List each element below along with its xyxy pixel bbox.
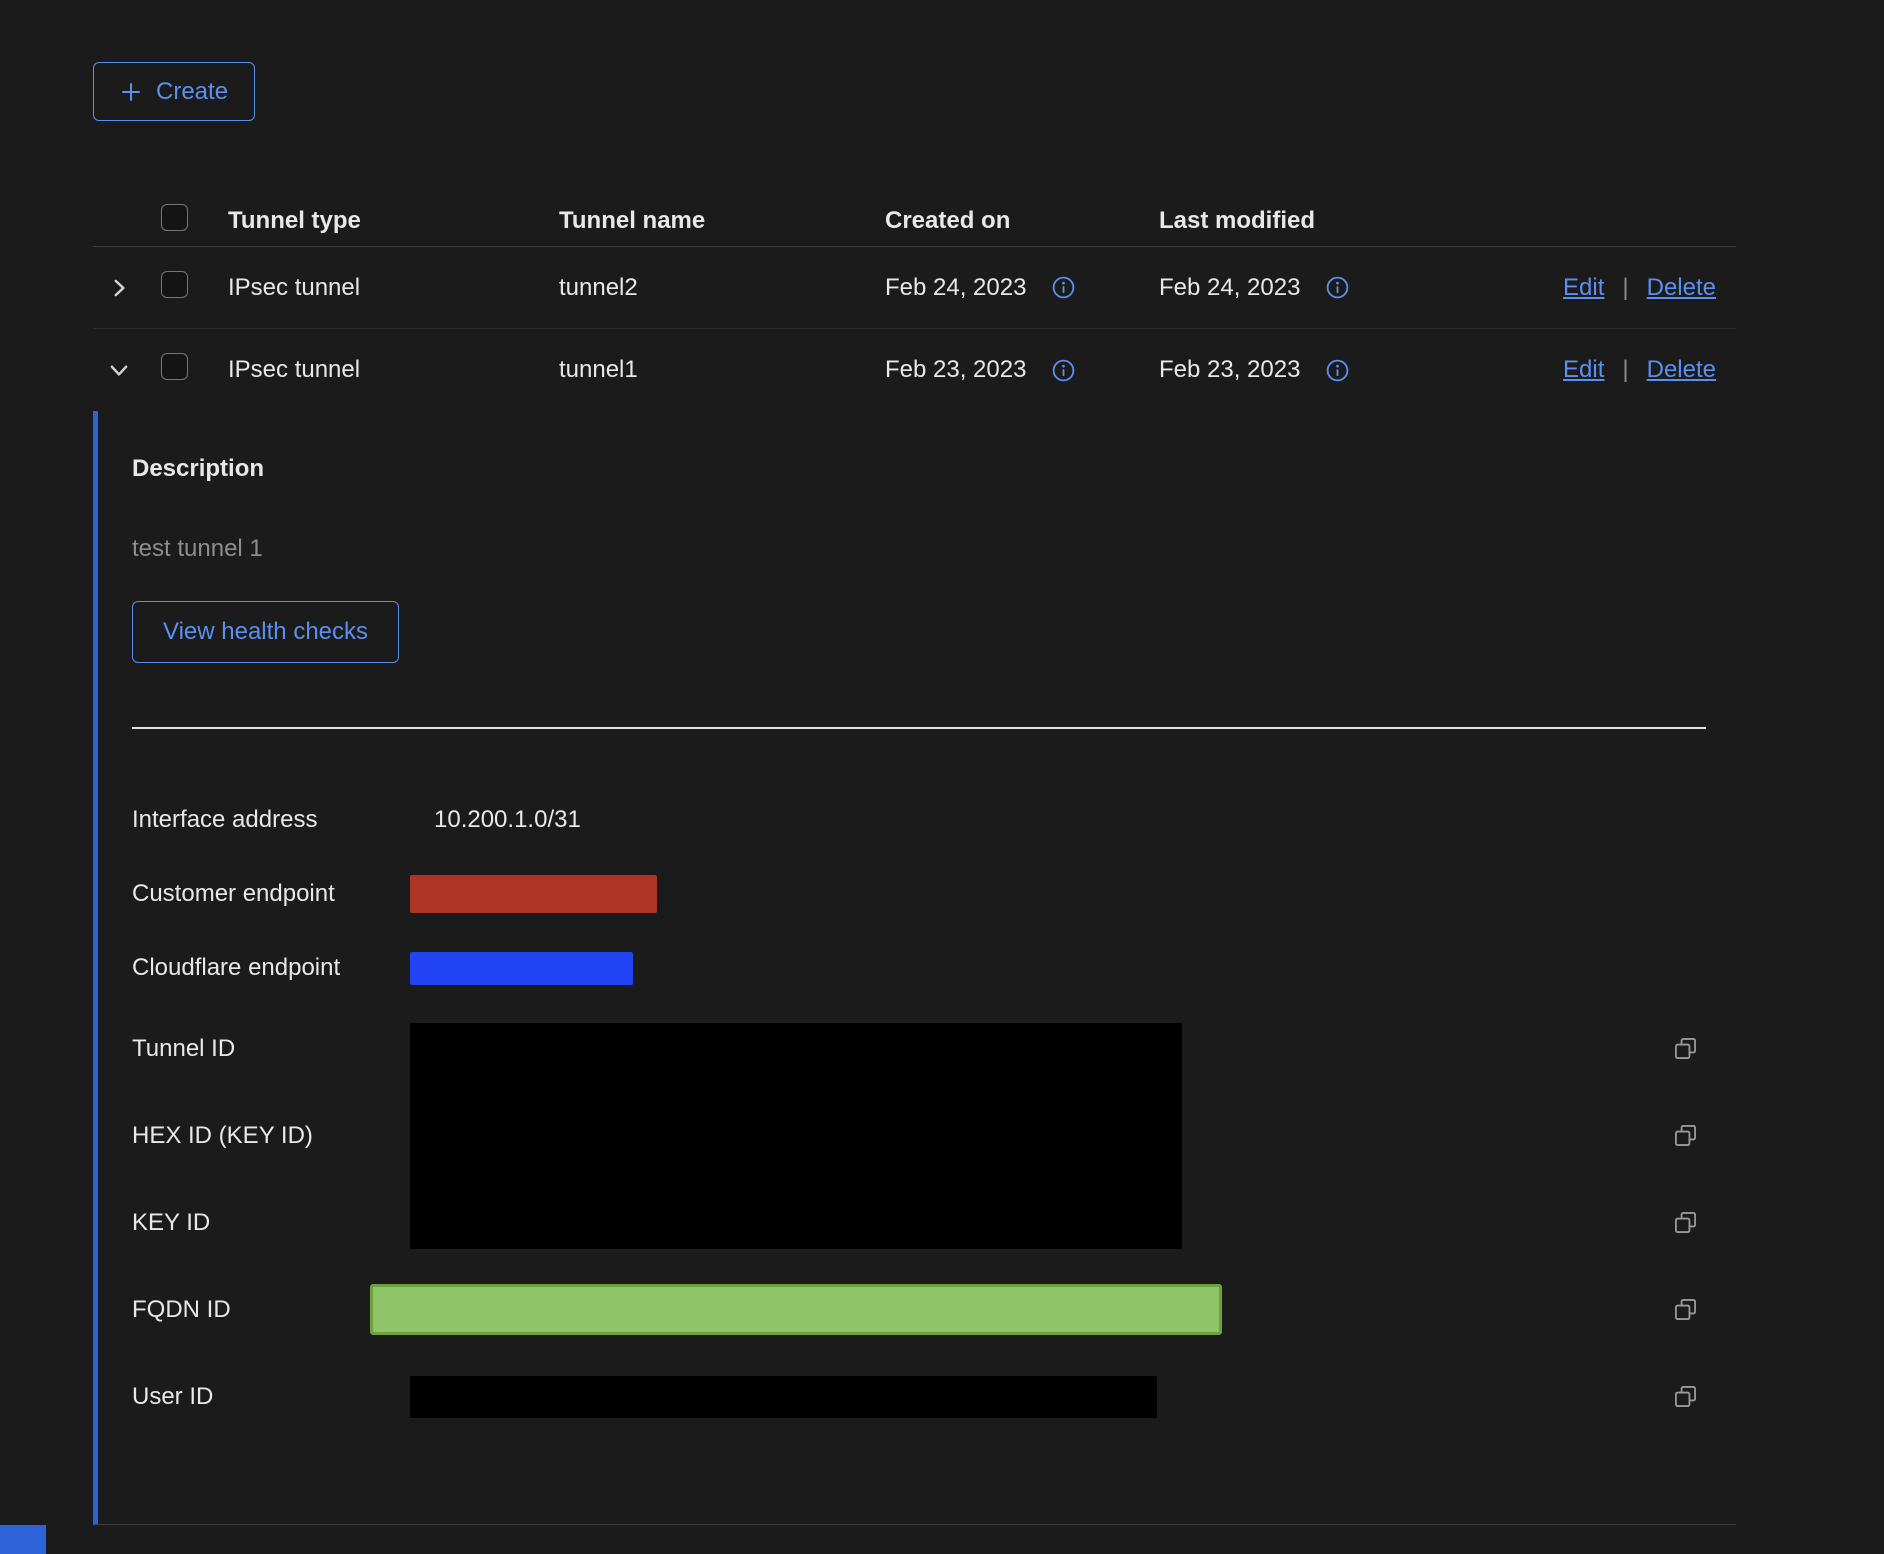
ipsec-tunnels-page: Create Tunnel type Tunnel name Created o… xyxy=(0,0,1884,1554)
last-modified-value: Feb 23, 2023 xyxy=(1159,356,1300,384)
tunnel-ids-redaction xyxy=(410,1023,1182,1249)
tunnel-name-value: tunnel2 xyxy=(559,274,885,302)
tunnel-name-value: tunnel1 xyxy=(559,356,885,384)
fqdn-id-row: FQDN ID xyxy=(132,1266,1736,1353)
created-on-value: Feb 24, 2023 xyxy=(885,274,1026,302)
interface-address-row: Interface address 10.200.1.0/31 xyxy=(132,783,1736,857)
header-checkbox-cell xyxy=(145,204,228,238)
table-row-tunnel2: IPsec tunnel tunnel2 Feb 24, 2023 Feb 24… xyxy=(93,247,1736,329)
last-modified-value: Feb 24, 2023 xyxy=(1159,274,1300,302)
copy-icon[interactable] xyxy=(1672,1383,1736,1410)
hex-id-label: HEX ID (KEY ID) xyxy=(132,1122,410,1150)
section-divider xyxy=(132,727,1706,729)
info-circle-icon[interactable] xyxy=(1326,359,1349,382)
info-circle-icon[interactable] xyxy=(1326,276,1349,299)
plus-icon xyxy=(120,81,142,103)
cloudflare-endpoint-row: Cloudflare endpoint xyxy=(132,931,1736,1005)
bottom-left-blue-artifact xyxy=(0,1525,46,1554)
chevron-right-icon[interactable] xyxy=(93,277,145,299)
copy-icon[interactable] xyxy=(1672,1035,1736,1062)
select-all-checkbox[interactable] xyxy=(161,204,188,231)
interface-address-value: 10.200.1.0/31 xyxy=(410,806,1672,834)
fqdn-id-label: FQDN ID xyxy=(132,1296,410,1324)
tunnel-type-value: IPsec tunnel xyxy=(228,274,559,302)
chevron-down-icon[interactable] xyxy=(93,359,145,381)
user-id-redaction xyxy=(410,1376,1157,1418)
copy-icon[interactable] xyxy=(1672,1296,1736,1323)
tunnel-ids-group: Tunnel ID HEX ID (KEY ID) KEY ID xyxy=(132,1005,1736,1266)
cloudflare-endpoint-redaction xyxy=(410,952,633,985)
edit-link[interactable]: Edit xyxy=(1563,274,1604,302)
key-id-label: KEY ID xyxy=(132,1209,410,1237)
fqdn-id-redaction xyxy=(370,1284,1222,1335)
table-row-tunnel1: IPsec tunnel tunnel1 Feb 23, 2023 Feb 23… xyxy=(93,329,1736,411)
col-header-tunnel-name: Tunnel name xyxy=(559,207,885,235)
tunnel-detail-fields: Interface address 10.200.1.0/31 Customer… xyxy=(132,783,1736,1440)
customer-endpoint-row: Customer endpoint xyxy=(132,857,1736,931)
col-header-tunnel-type: Tunnel type xyxy=(228,207,559,235)
tunnel-details-panel: Description test tunnel 1 View health ch… xyxy=(93,411,1736,1525)
edit-link[interactable]: Edit xyxy=(1563,356,1604,384)
create-button[interactable]: Create xyxy=(93,62,255,121)
create-button-label: Create xyxy=(156,78,228,106)
delete-link[interactable]: Delete xyxy=(1647,356,1716,384)
info-circle-icon[interactable] xyxy=(1052,359,1075,382)
interface-address-label: Interface address xyxy=(132,806,410,834)
tunnel-id-label: Tunnel ID xyxy=(132,1035,410,1063)
tunnel-type-value: IPsec tunnel xyxy=(228,356,559,384)
row-checkbox[interactable] xyxy=(161,271,188,298)
copy-icon[interactable] xyxy=(1672,1122,1736,1149)
view-health-checks-button[interactable]: View health checks xyxy=(132,601,399,663)
action-separator: | xyxy=(1622,274,1628,302)
customer-endpoint-redaction xyxy=(410,875,657,913)
delete-link[interactable]: Delete xyxy=(1647,274,1716,302)
copy-icon[interactable] xyxy=(1672,1209,1736,1236)
created-on-value: Feb 23, 2023 xyxy=(885,356,1026,384)
customer-endpoint-label: Customer endpoint xyxy=(132,880,410,908)
action-separator: | xyxy=(1622,356,1628,384)
col-header-last-modified: Last modified xyxy=(1159,207,1513,235)
description-value: test tunnel 1 xyxy=(132,535,1736,563)
tunnels-table: Tunnel type Tunnel name Created on Last … xyxy=(93,195,1736,411)
user-id-label: User ID xyxy=(132,1383,410,1411)
info-circle-icon[interactable] xyxy=(1052,276,1075,299)
user-id-row: User ID xyxy=(132,1353,1736,1440)
cloudflare-endpoint-label: Cloudflare endpoint xyxy=(132,954,410,982)
description-label: Description xyxy=(132,455,1736,483)
table-header-row: Tunnel type Tunnel name Created on Last … xyxy=(93,195,1736,247)
row-checkbox[interactable] xyxy=(161,353,188,380)
col-header-created-on: Created on xyxy=(885,207,1159,235)
